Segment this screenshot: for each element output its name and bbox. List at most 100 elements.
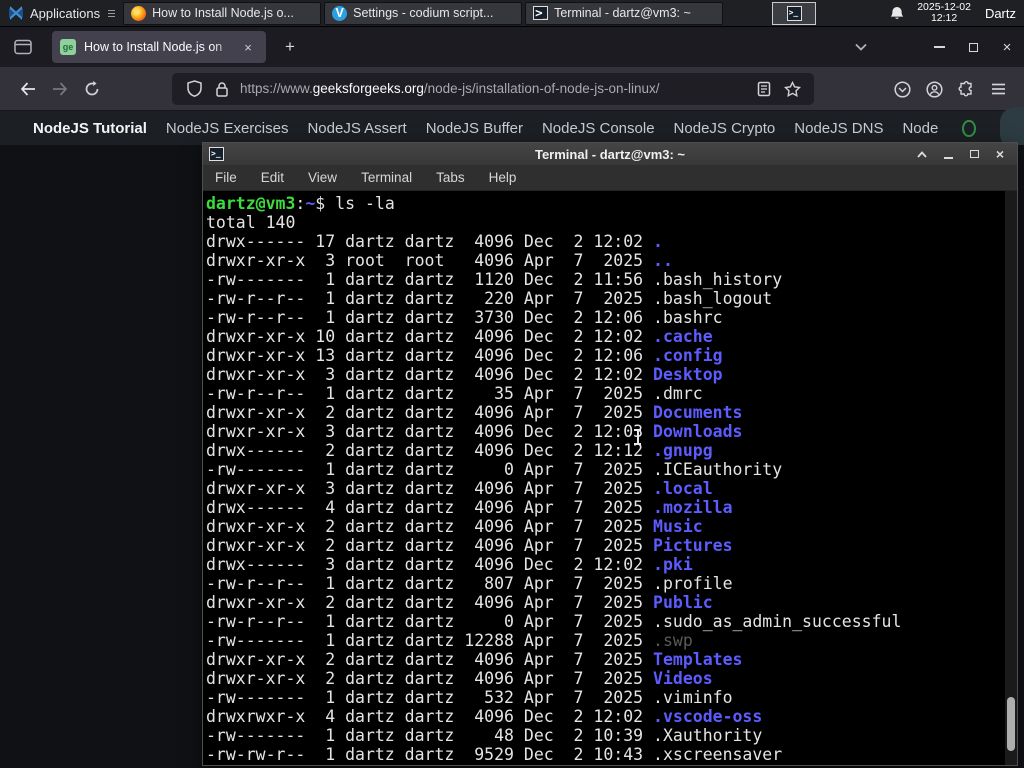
file-attributes: drwxr-xr-x 3 dartz dartz 4096 Dec 2 12:0… (206, 365, 654, 384)
terminal-line: -rw-rw-r-- 1 dartz dartz 9529 Dec 2 10:4… (206, 745, 1017, 764)
firefox-view-icon (14, 39, 32, 55)
applications-lines-icon (108, 9, 116, 17)
account-button[interactable] (918, 73, 950, 105)
nav-link-truncated[interactable]: Node (902, 120, 938, 137)
terminal-menu-item[interactable]: Edit (249, 170, 296, 185)
nav-link[interactable]: NodeJS Assert (307, 120, 406, 137)
taskbar-button-firefox[interactable]: How to Install Node.js o... (123, 1, 322, 25)
terminal-line: drwxr-xr-x 10 dartz dartz 4096 Dec 2 12:… (206, 327, 1017, 346)
panel-username: Dartz (984, 5, 1016, 21)
terminal-line: drwxr-xr-x 3 root root 4096 Apr 7 2025 .… (206, 251, 1017, 270)
tab-title-fade (212, 31, 238, 63)
reader-mode-icon[interactable] (750, 75, 778, 103)
browser-minimize-button[interactable] (922, 33, 956, 61)
file-name: .bash_history (653, 270, 783, 289)
file-name: .mozilla (653, 498, 733, 517)
terminal-menu-item[interactable]: Tabs (424, 170, 477, 185)
nav-link[interactable]: NodeJS DNS (794, 120, 883, 137)
file-name: Documents (653, 403, 743, 422)
nav-link-tutorial[interactable]: NodeJS Tutorial (33, 120, 147, 137)
reload-button[interactable] (76, 73, 108, 105)
terminal-line: drwxr-xr-x 3 dartz dartz 4096 Apr 7 2025… (206, 479, 1017, 498)
file-name: Templates (653, 650, 743, 669)
file-name: .bashrc (653, 308, 723, 327)
puzzle-piece-icon (958, 80, 972, 96)
terminal-line: -rw-r--r-- 1 dartz dartz 220 Apr 7 2025 … (206, 289, 1017, 308)
terminal-line: drwx------ 4 dartz dartz 4096 Apr 7 2025… (206, 498, 1017, 517)
taskbar-button-codium[interactable]: V Settings - codium script... (324, 1, 523, 25)
terminal-line: drwx------ 3 dartz dartz 4096 Dec 2 12:0… (206, 555, 1017, 574)
url-bar[interactable]: https://www.geeksforgeeks.org/node-js/in… (172, 72, 814, 105)
nav-link[interactable]: NodeJS Buffer (426, 120, 523, 137)
firefox-view-button[interactable] (8, 33, 38, 61)
file-attributes: drwxr-xr-x 2 dartz dartz 4096 Apr 7 2025 (206, 536, 654, 555)
hamburger-menu-icon (991, 83, 1005, 95)
back-button[interactable] (12, 73, 44, 105)
file-attributes: drwxr-xr-x 13 dartz dartz 4096 Dec 2 12:… (206, 346, 654, 365)
back-arrow-icon (20, 81, 35, 96)
file-name: .sudo_as_admin_successful (653, 612, 902, 631)
new-tab-button[interactable]: + (276, 33, 304, 61)
terminal-maximize-button[interactable] (963, 145, 985, 163)
terminal-menu-item[interactable]: View (296, 170, 349, 185)
terminal-menu-item[interactable]: Help (477, 170, 529, 185)
taskbar-button-terminal[interactable]: >_ Terminal - dartz@vm3: ~ (525, 1, 724, 25)
file-attributes: drwx------ 17 dartz dartz 4096 Dec 2 12:… (206, 232, 654, 251)
browser-maximize-button[interactable] (956, 33, 990, 61)
nav-link[interactable]: NodeJS Crypto (674, 120, 776, 137)
notification-bell-icon[interactable] (889, 6, 905, 21)
text-cursor-pointer (633, 428, 642, 446)
terminal-shade-button[interactable] (911, 145, 933, 163)
pocket-button[interactable] (886, 73, 918, 105)
terminal-line: -rw-r--r-- 1 dartz dartz 35 Apr 7 2025 .… (206, 384, 1017, 403)
file-attributes: -rw-r--r-- 1 dartz dartz 220 Apr 7 2025 (206, 289, 654, 308)
terminal-line: drwxr-xr-x 2 dartz dartz 4096 Apr 7 2025… (206, 669, 1017, 688)
terminal-icon: >_ (533, 6, 549, 20)
terminal-scrollbar-thumb[interactable] (1007, 697, 1015, 751)
chevron-up-icon (917, 150, 927, 158)
search-icon[interactable] (962, 119, 976, 137)
nav-link[interactable]: NodeJS Console (542, 120, 655, 137)
extensions-button[interactable] (950, 73, 982, 105)
file-attributes: -rw-r--r-- 1 dartz dartz 35 Apr 7 2025 (206, 384, 654, 403)
clock[interactable]: 2025-12-02 12:12 (917, 2, 971, 24)
file-attributes: -rw-r--r-- 1 dartz dartz 807 Apr 7 2025 (206, 574, 654, 593)
terminal-minimize-button[interactable] (937, 145, 959, 163)
forward-button[interactable] (44, 73, 76, 105)
terminal-title-bar[interactable]: >_ Terminal - dartz@vm3: ~ × (203, 143, 1017, 165)
lock-icon[interactable] (208, 75, 236, 103)
file-attributes: drwxr-xr-x 2 dartz dartz 4096 Apr 7 2025 (206, 593, 654, 612)
terminal-output[interactable]: dartz@vm3:~$ ls -la total 140 drwx------… (203, 191, 1017, 765)
browser-close-button[interactable]: × (990, 33, 1024, 61)
file-attributes: -rw-r--r-- 1 dartz dartz 0 Apr 7 2025 (206, 612, 654, 631)
file-name: Downloads (653, 422, 743, 441)
terminal-line: -rw------- 1 dartz dartz 0 Apr 7 2025 .I… (206, 460, 1017, 479)
file-name: .pki (653, 555, 693, 574)
file-attributes: drwx------ 2 dartz dartz 4096 Dec 2 12:1… (206, 441, 654, 460)
tab-close-button[interactable]: × (238, 37, 258, 57)
workspace-switcher[interactable]: >_ (772, 1, 817, 25)
file-attributes: drwx------ 4 dartz dartz 4096 Apr 7 2025 (206, 498, 654, 517)
file-name: .. (653, 251, 673, 270)
terminal-menu-item[interactable]: File (203, 170, 249, 185)
file-name: .cache (653, 327, 713, 346)
terminal-close-button[interactable]: × (989, 145, 1011, 163)
nav-link[interactable]: NodeJS Exercises (166, 120, 289, 137)
terminal-prompt-line: dartz@vm3:~$ ls -la (206, 194, 1017, 213)
workspace-terminal-mini-icon: >_ (786, 5, 802, 21)
applications-menu-button[interactable]: Applications (0, 0, 123, 27)
url-path: /node-js/installation-of-node-js-on-linu… (423, 81, 660, 96)
terminal-scrollbar[interactable] (1005, 191, 1017, 765)
file-name: .profile (653, 574, 733, 593)
chevron-down-icon (855, 43, 867, 51)
app-menu-button[interactable] (982, 73, 1014, 105)
codium-icon: V (332, 5, 348, 21)
bookmark-star-icon[interactable] (778, 75, 806, 103)
browser-tab-active[interactable]: ge How to Install Node.js on × (52, 31, 266, 63)
terminal-menu-item[interactable]: Terminal (349, 170, 424, 185)
reload-icon (85, 80, 99, 95)
terminal-line: drwx------ 2 dartz dartz 4096 Dec 2 12:1… (206, 441, 1017, 460)
file-attributes: drwxr-xr-x 3 dartz dartz 4096 Apr 7 2025 (206, 479, 654, 498)
tracking-shield-icon[interactable] (180, 75, 208, 103)
list-all-tabs-button[interactable] (846, 33, 876, 61)
